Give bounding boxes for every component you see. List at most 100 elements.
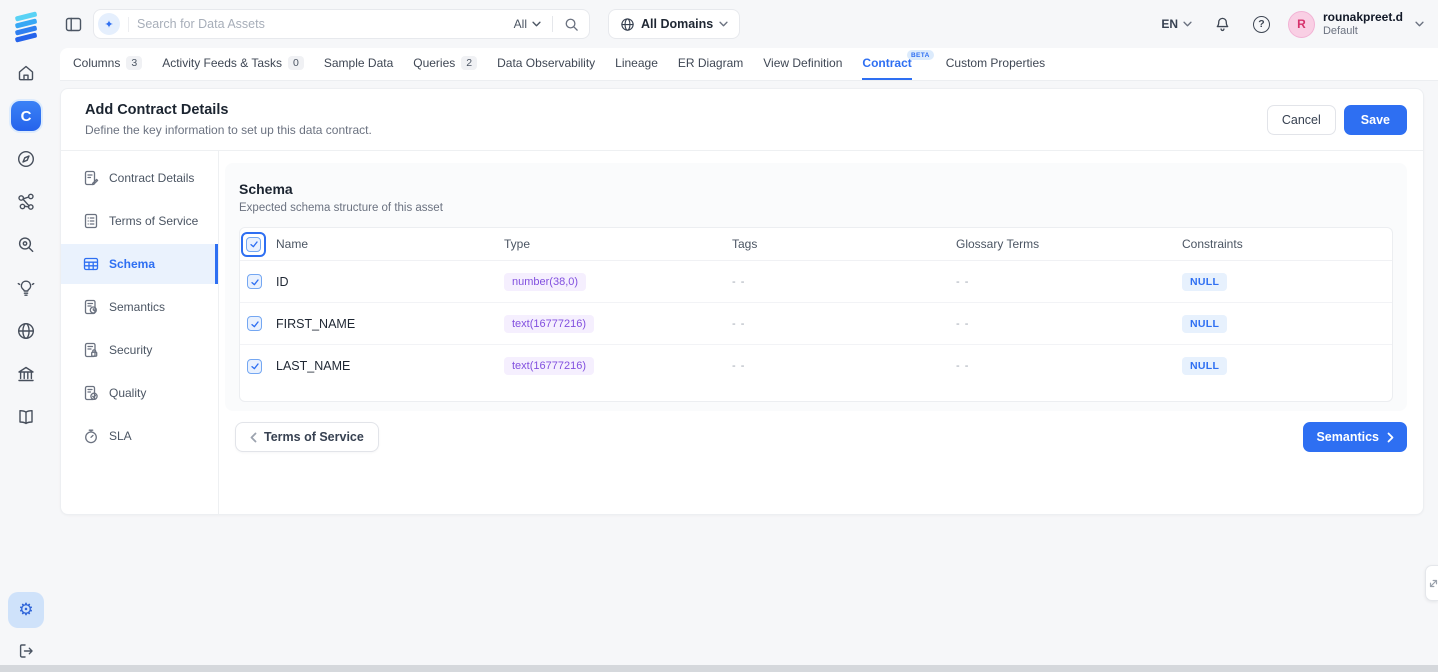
type-badge: text(16777216)	[504, 357, 594, 375]
search-scope-dropdown[interactable]: All	[514, 17, 541, 31]
contracts-app-icon[interactable]: C	[11, 101, 41, 131]
step-footer-nav: Terms of Service Semantics	[225, 422, 1407, 452]
tab-activity-feeds-tasks[interactable]: Activity Feeds & Tasks0	[162, 48, 304, 80]
constraint-badge: NULL	[1182, 357, 1227, 375]
search-input[interactable]: ✦ Search for Data Assets All	[93, 9, 590, 39]
tab-view-definition[interactable]: View Definition	[763, 48, 842, 80]
tab-sample-data[interactable]: Sample Data	[324, 48, 393, 80]
table-row: ID number(38,0) - - - - NULL	[240, 261, 1392, 303]
document-list-icon	[83, 213, 99, 229]
tab-queries[interactable]: Queries2	[413, 48, 477, 80]
col-header-glossary-terms: Glossary Terms	[956, 237, 1182, 251]
search-placeholder: Search for Data Assets	[137, 17, 514, 31]
type-badge: text(16777216)	[504, 315, 594, 333]
user-menu[interactable]: rounakpreet.d Default	[1323, 10, 1403, 39]
insights-bulb-icon[interactable]	[11, 273, 41, 303]
cancel-button[interactable]: Cancel	[1267, 105, 1336, 135]
search-divider	[128, 17, 129, 32]
step-quality[interactable]: Quality	[61, 373, 218, 413]
select-all-checkbox[interactable]	[246, 237, 261, 252]
chevron-left-icon	[250, 432, 257, 443]
window-bottom-edge	[0, 665, 1438, 672]
user-name: rounakpreet.d	[1323, 10, 1403, 25]
document-clock-icon	[83, 299, 99, 315]
step-schema[interactable]: Schema	[61, 244, 218, 284]
chevron-down-icon	[532, 21, 541, 27]
table-row: FIRST_NAME text(16777216) - - - - NULL	[240, 303, 1392, 345]
gear-glyph: ⚙	[18, 600, 33, 620]
row-checkbox[interactable]	[247, 274, 262, 289]
step-semantics[interactable]: Semantics	[61, 287, 218, 327]
tab-lineage[interactable]: Lineage	[615, 48, 658, 80]
back-button[interactable]: Terms of Service	[235, 422, 379, 452]
notifications-bell-icon[interactable]	[1214, 16, 1231, 33]
search-scope-value: All	[514, 17, 527, 31]
help-icon[interactable]: ?	[1253, 16, 1270, 33]
contract-editor-card: Add Contract Details Define the key info…	[60, 88, 1424, 515]
page-subtitle: Define the key information to set up thi…	[85, 123, 372, 137]
tab-custom-properties[interactable]: Custom Properties	[946, 48, 1045, 80]
next-button[interactable]: Semantics	[1303, 422, 1407, 452]
step-contract-details[interactable]: Contract Details	[61, 158, 218, 198]
all-domains-dropdown[interactable]: All Domains	[608, 9, 740, 39]
column-name: FIRST_NAME	[276, 317, 504, 331]
hierarchy-icon[interactable]	[11, 187, 41, 217]
sparkle-glyph: ✦	[104, 18, 113, 31]
stopwatch-icon	[83, 428, 99, 444]
docs-book-icon[interactable]	[11, 402, 41, 432]
select-all-focus-ring	[241, 232, 266, 257]
logout-icon[interactable]	[11, 636, 41, 666]
step-terms-of-service[interactable]: Terms of Service	[61, 201, 218, 241]
document-lock-icon	[83, 342, 99, 358]
tab-columns[interactable]: Columns3	[73, 48, 142, 80]
chevron-down-icon[interactable]	[1415, 21, 1424, 27]
governance-bank-icon[interactable]	[11, 359, 41, 389]
globe-icon[interactable]	[11, 316, 41, 346]
expand-panel-button[interactable]	[1425, 565, 1438, 601]
help-glyph: ?	[1258, 18, 1264, 30]
row-checkbox[interactable]	[247, 359, 262, 374]
app-root: C ⚙	[0, 0, 1438, 672]
glossary-terms-value: - -	[956, 318, 1182, 330]
tab-count-badge: 0	[288, 56, 304, 70]
step-sla[interactable]: SLA	[61, 416, 218, 456]
tags-value: - -	[732, 318, 956, 330]
tab-contract[interactable]: ContractBETA	[862, 48, 911, 80]
schema-table-header: Name Type Tags Glossary Terms Constraint…	[240, 228, 1392, 261]
tab-er-diagram[interactable]: ER Diagram	[678, 48, 743, 80]
col-header-type: Type	[504, 237, 732, 251]
settings-gear-icon[interactable]: ⚙	[8, 592, 44, 628]
table-grid-icon	[83, 256, 99, 272]
avatar-initial: R	[1297, 17, 1306, 31]
glossary-terms-value: - -	[956, 276, 1182, 288]
all-domains-label: All Domains	[641, 17, 713, 31]
ai-sparkle-icon[interactable]: ✦	[98, 13, 120, 35]
col-header-constraints: Constraints	[1182, 237, 1392, 251]
topbar-right: EN ? R rounakpreet.d Default	[1161, 10, 1424, 39]
resize-diagonal-icon	[1428, 578, 1438, 589]
schema-panel: Schema Expected schema structure of this…	[225, 163, 1407, 411]
contract-stepper: Contract Details Terms of Service Schema…	[61, 151, 219, 514]
tab-data-observability[interactable]: Data Observability	[497, 48, 595, 80]
document-edit-icon	[83, 170, 99, 186]
constraint-badge: NULL	[1182, 273, 1227, 291]
column-name: LAST_NAME	[276, 359, 504, 373]
row-checkbox[interactable]	[247, 316, 262, 331]
schema-content: Schema Expected schema structure of this…	[219, 151, 1423, 514]
discover-search-icon[interactable]	[11, 230, 41, 260]
search-icon[interactable]	[564, 17, 579, 32]
atlan-logo-icon[interactable]	[10, 12, 42, 44]
language-dropdown[interactable]: EN	[1161, 17, 1192, 31]
top-bar: ✦ Search for Data Assets All All Domains…	[52, 0, 1438, 48]
home-icon[interactable]	[11, 58, 41, 88]
sidebar-toggle-icon[interactable]	[64, 15, 83, 34]
chevron-down-icon	[1183, 21, 1192, 27]
user-avatar[interactable]: R	[1288, 11, 1315, 38]
compass-icon[interactable]	[11, 144, 41, 174]
step-security[interactable]: Security	[61, 330, 218, 370]
save-button[interactable]: Save	[1344, 105, 1407, 135]
beta-badge: BETA	[907, 50, 934, 60]
chevron-right-icon	[1387, 432, 1394, 443]
glossary-terms-value: - -	[956, 360, 1182, 372]
user-workspace: Default	[1323, 25, 1403, 39]
